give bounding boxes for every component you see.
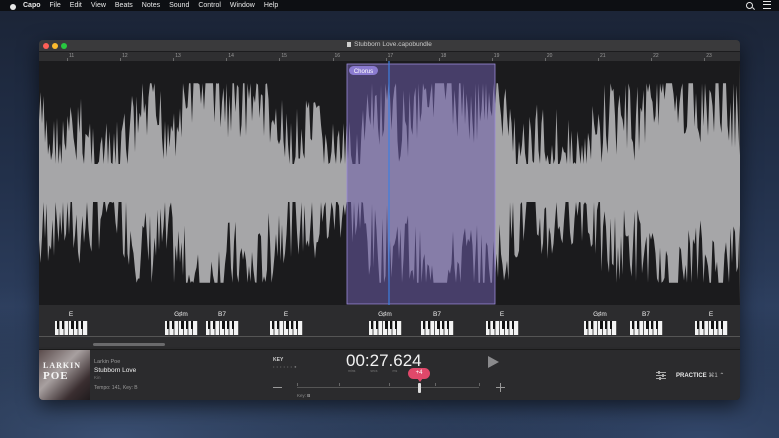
transpose-value-badge: +4 <box>408 368 430 382</box>
window-title: Stubborn Love.capobundle <box>354 41 432 48</box>
key-value-prefix: Key: <box>297 393 307 398</box>
practice-mode-selector[interactable]: PRACTICE ⌘1 ⌃ <box>676 372 724 379</box>
chord-name: E <box>68 311 74 318</box>
key-dots: • • • • • • ● <box>273 364 297 369</box>
document-icon <box>347 42 352 47</box>
chord-block[interactable]: E <box>485 311 519 335</box>
key-label: KEY <box>273 357 284 363</box>
notification-center-icon[interactable] <box>763 1 771 9</box>
capo-window: Stubborn Love.capobundle 11 12 13 14 15 16 17 1… <box>39 40 740 400</box>
menu-sound[interactable]: Sound <box>169 2 189 9</box>
chord-block[interactable]: E <box>54 311 88 335</box>
menu-view[interactable]: View <box>91 2 106 9</box>
piano-keyboard-icon <box>583 321 617 335</box>
menu-notes[interactable]: Notes <box>142 2 160 9</box>
title-bar: Stubborn Love.capobundle <box>39 40 740 52</box>
transport-panel: LARKIN POE Larkin Poe Stubborn Love Kin … <box>39 349 740 400</box>
menu-control[interactable]: Control <box>198 2 221 9</box>
time-units: mins secs ms <box>348 369 398 373</box>
chord-name: B7 <box>642 311 650 318</box>
ruler-bar-label: 22 <box>653 53 659 59</box>
chord-block[interactable]: E <box>269 311 303 335</box>
piano-keyboard-icon <box>368 321 402 335</box>
ruler-bar-label: 23 <box>706 53 712 59</box>
transpose-slider-track[interactable] <box>297 387 479 388</box>
spotlight-search-icon[interactable] <box>746 1 753 9</box>
piano-keyboard-icon <box>629 321 663 335</box>
ruler-bar-label: 19 <box>493 53 500 59</box>
ruler-bar-label: 16 <box>334 53 341 59</box>
chord-lane: E G♯m B7 E G♯m B7 E G♯m B7 E <box>39 305 740 347</box>
album-art-text-1: LARKIN <box>43 361 82 370</box>
chord-block[interactable]: G♯m <box>368 311 402 335</box>
transpose-up-button[interactable] <box>496 383 505 392</box>
chord-name: E <box>708 311 714 318</box>
chord-block[interactable]: B7 <box>629 311 663 335</box>
chord-block[interactable]: G♯m <box>164 311 198 335</box>
transpose-down-button[interactable] <box>273 387 282 388</box>
chord-name: G♯m <box>593 311 607 318</box>
ruler-bar-label: 20 <box>546 53 553 59</box>
key-value-text: Key: B <box>297 393 310 398</box>
chord-block[interactable]: B7 <box>420 311 454 335</box>
piano-keyboard-icon <box>164 321 198 335</box>
track-info: Larkin Poe Stubborn Love Kin Tempo: 141,… <box>94 359 138 391</box>
menu-app-name[interactable]: Capo <box>23 2 41 9</box>
ruler-bar-label: 15 <box>281 53 287 59</box>
chord-name: B7 <box>433 311 441 318</box>
ruler-bar-label: 13 <box>175 53 181 59</box>
album-art: LARKIN POE <box>39 350 90 400</box>
ruler-bar-label: 21 <box>600 53 606 59</box>
practice-shortcut: ⌘1 ⌃ <box>708 373 725 379</box>
chord-block[interactable]: E <box>694 311 728 335</box>
bar-ruler[interactable]: 11 12 13 14 15 16 17 18 19 20 21 22 23 <box>39 52 740 61</box>
ruler-bar-label: 14 <box>228 53 234 59</box>
chord-name: E <box>499 311 505 318</box>
chorus-region-label: Chorus <box>354 69 373 75</box>
slider-tick <box>435 383 436 386</box>
slider-tick <box>297 383 298 386</box>
ruler-bar-label: 18 <box>440 53 447 59</box>
piano-keyboard-icon <box>485 321 519 335</box>
ruler-bar-label: 12 <box>122 53 128 59</box>
horizontal-scrollbar[interactable] <box>93 343 165 346</box>
piano-keyboard-icon <box>54 321 88 335</box>
piano-keyboard-icon <box>205 321 239 335</box>
track-tempo-key: Tempo: 141, Key: B <box>94 385 138 391</box>
menu-edit[interactable]: Edit <box>70 2 82 9</box>
piano-keyboard-icon <box>420 321 454 335</box>
track-album: Kin <box>94 375 101 380</box>
chord-name: G♯m <box>174 311 188 318</box>
chord-name: G♯m <box>378 311 392 318</box>
menu-help[interactable]: Help <box>264 2 278 9</box>
slider-tick <box>339 383 340 386</box>
key-value: B <box>307 393 311 398</box>
chord-block[interactable]: B7 <box>205 311 239 335</box>
menu-bar: Capo File Edit View Beats Notes Sound Co… <box>0 0 779 11</box>
waveform[interactable]: Chorus <box>39 61 740 305</box>
track-song: Stubborn Love <box>94 367 137 374</box>
piano-keyboard-icon <box>694 321 728 335</box>
track-artist: Larkin Poe <box>94 359 121 365</box>
chord-name: E <box>283 311 289 318</box>
play-button[interactable] <box>488 356 499 368</box>
menu-beats[interactable]: Beats <box>115 2 133 9</box>
practice-label: PRACTICE <box>676 373 707 379</box>
ruler-bar-label: 17 <box>387 53 394 59</box>
chorus-region[interactable] <box>346 63 496 305</box>
chord-lane-baseline <box>39 336 740 337</box>
slider-tick <box>479 383 480 386</box>
chord-block[interactable]: G♯m <box>583 311 617 335</box>
slider-tick <box>389 383 390 386</box>
chord-name: B7 <box>218 311 226 318</box>
album-art-text-2: POE <box>43 370 69 382</box>
menu-window[interactable]: Window <box>230 2 255 9</box>
piano-keyboard-icon <box>269 321 303 335</box>
mixer-settings-icon[interactable] <box>656 371 666 380</box>
ruler-bar-label: 11 <box>69 53 75 59</box>
apple-icon[interactable] <box>9 2 17 10</box>
transpose-slider-knob[interactable] <box>418 383 421 393</box>
menu-file[interactable]: File <box>50 2 61 9</box>
